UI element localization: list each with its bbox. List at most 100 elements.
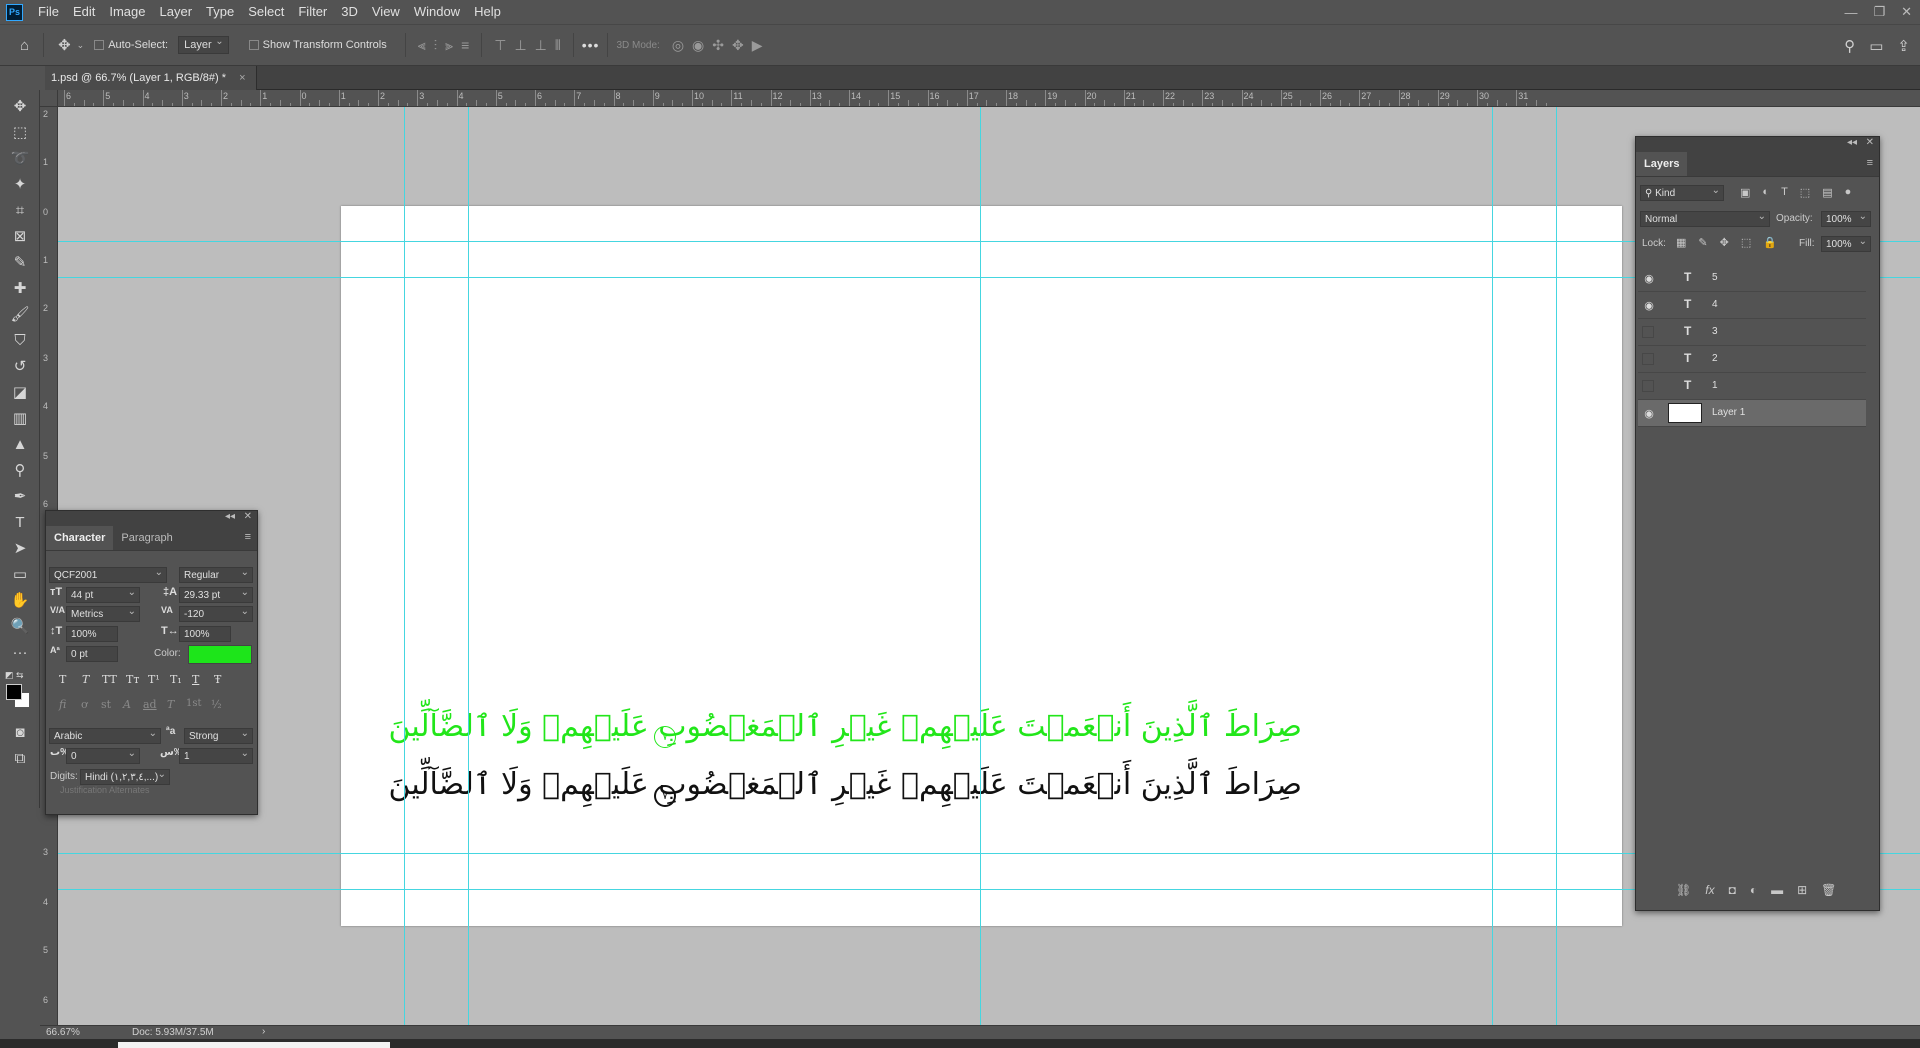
align-top-icon[interactable]: ⊤ [494,37,506,54]
subscript-button[interactable]: T₁ [170,673,182,686]
layer-row-3[interactable]: T 3 [1638,319,1866,346]
kerning-field[interactable]: Metrics [66,606,140,622]
leading-field[interactable]: 29.33 pt [179,587,253,603]
titling-alternates-button[interactable]: T [167,698,174,711]
lock-all-icon[interactable]: 🔒 [1763,236,1777,249]
guide-vertical[interactable] [404,107,405,1025]
menu-layer[interactable]: Layer [153,0,200,24]
eye-icon[interactable]: ◉ [1642,407,1656,420]
lock-pixels-icon[interactable]: ✎ [1698,236,1707,249]
close-panel-icon[interactable]: ✕ [1866,137,1874,148]
kashida-field[interactable]: 0 [66,748,140,764]
layer-row-2[interactable]: T 2 [1638,346,1866,373]
pen-tool-icon[interactable]: ✒ [0,484,40,510]
align-bottom-icon[interactable]: ⊥ [535,37,547,54]
eye-hidden-icon[interactable] [1642,380,1654,392]
fill-field[interactable]: 100% [1821,236,1871,252]
quick-mask-icon[interactable]: ◙ [0,720,40,746]
dodge-tool-icon[interactable]: ⚲ [0,458,40,484]
layer-row-layer-1[interactable]: ◉ Layer 1 [1638,400,1866,427]
close-panel-icon[interactable]: ✕ [244,511,252,522]
lock-transparent-icon[interactable]: ▦ [1676,236,1686,249]
language-dropdown[interactable]: Arabic [49,728,161,744]
layer-row-5[interactable]: ◉ T 5 [1638,265,1866,292]
zoom-tool-icon[interactable]: 🔍 [0,614,40,640]
menu-help[interactable]: Help [467,0,508,24]
share-icon[interactable]: ⇪ [1897,37,1910,55]
move-tool-icon[interactable]: ✥ [58,36,71,54]
menu-edit[interactable]: Edit [66,0,102,24]
layer-row-4[interactable]: ◉ T 4 [1638,292,1866,319]
align-left-icon[interactable]: ⫷ [418,37,426,54]
guide-vertical[interactable] [468,107,469,1025]
distribute-icon[interactable]: ≡ [461,37,469,53]
type-tool-icon[interactable]: T [0,510,40,536]
lock-artboard-icon[interactable]: ⬚ [1741,236,1751,249]
opacity-field[interactable]: 100% [1821,211,1871,227]
eye-icon[interactable]: ◉ [1642,272,1656,285]
faux-italic-button[interactable]: T [82,673,89,686]
marquee-tool-icon[interactable]: ⬚ [0,120,40,146]
baseline-shift-field[interactable]: 0 pt [66,646,118,662]
all-caps-button[interactable]: TT [102,673,117,686]
ordinals-button[interactable]: 1st [186,698,202,709]
fx-icon[interactable]: fx [1705,883,1714,897]
tab-character[interactable]: Character [46,526,114,550]
blend-mode-dropdown[interactable]: Normal [1640,211,1770,227]
layer-row-1[interactable]: T 1 [1638,373,1866,400]
align-center-icon[interactable]: ⫶ [434,37,438,54]
close-tab-icon[interactable]: × [239,72,245,84]
screen-mode-icon[interactable]: ⧉ [0,746,40,772]
menu-filter[interactable]: Filter [291,0,334,24]
folder-icon[interactable]: ▬ [1771,883,1783,897]
adjustment-filter-icon[interactable]: ◐ [1762,186,1769,199]
menu-file[interactable]: File [31,0,66,24]
pixel-filter-icon[interactable]: ▣ [1740,186,1750,199]
search-icon[interactable]: ⚲ [1844,37,1855,55]
lasso-tool-icon[interactable]: ➰ [0,146,40,172]
font-size-field[interactable]: 44 pt [66,587,140,603]
collapse-panel-icon[interactable]: ◂◂ [1847,137,1857,148]
horizontal-ruler[interactable]: 6 5 4 3 2 1 0 1 2 3 4 5 6 7 8 9 10 11 12 13 14 15 16 17 18 19 20 21… [58,90,1920,107]
new-layer-icon[interactable]: ⊞ [1797,883,1807,897]
history-brush-tool-icon[interactable]: ↺ [0,354,40,380]
chevron-down-icon[interactable]: ⌄ [77,40,85,51]
collapse-panel-icon[interactable]: ◂◂ [225,511,235,522]
eye-icon[interactable]: ◉ [1642,299,1656,312]
menu-type[interactable]: Type [199,0,241,24]
minimize-icon[interactable]: — [1844,5,1857,20]
3d-orbit-icon[interactable]: ◎ [672,37,684,54]
move-tool-icon[interactable]: ✥ [0,94,40,120]
antialias-dropdown[interactable]: Strong [184,728,253,744]
digits-dropdown[interactable]: Hindi (١,٢,٣,٤,...) [80,769,170,785]
panel-menu-icon[interactable]: ≡ [1867,157,1873,169]
document-canvas[interactable]: صِرَاطَ ٱلَّذِينَ أَنۡعَمۡتَ عَلَيۡهِمۡ … [341,206,1622,926]
eye-hidden-icon[interactable] [1642,326,1654,338]
frame-tool-icon[interactable]: ⊠ [0,224,40,250]
status-menu-arrow[interactable]: › [262,1026,265,1037]
small-caps-button[interactable]: Tт [126,673,139,686]
auto-select-dropdown[interactable]: Layer [178,36,229,54]
align-right-icon[interactable]: ⫸ [445,37,453,54]
lock-position-icon[interactable]: ✥ [1720,236,1729,249]
arabic-text-line-green[interactable]: صِرَاطَ ٱلَّذِينَ أَنۡعَمۡتَ عَلَيۡهِمۡ … [389,709,1302,744]
tracking-field[interactable]: -120 [179,606,253,622]
font-family-dropdown[interactable]: QCF2001 [49,567,167,583]
text-color-swatch[interactable] [188,645,252,664]
crop-tool-icon[interactable]: ⌗ [0,198,40,224]
eyedropper-tool-icon[interactable]: ✎ [0,250,40,276]
filter-toggle-icon[interactable]: ● [1845,186,1852,199]
strikethrough-button[interactable]: Ŧ [214,673,221,686]
stylistic-alternates-button[interactable]: ad [143,698,157,711]
discretionary-ligatures-button[interactable]: st [101,698,111,711]
restore-icon[interactable]: ❐ [1873,4,1885,20]
panel-menu-icon[interactable]: ≡ [245,531,251,543]
type-filter-icon[interactable]: T [1781,186,1788,199]
3d-pan-icon[interactable]: ✣ [712,37,724,54]
guide-vertical[interactable] [1492,107,1493,1025]
underline-button[interactable]: T [192,673,199,686]
arabic-text-line-black[interactable]: صِرَاطَ ٱلَّذِينَ أَنۡعَمۡتَ عَلَيۡهِمۡ … [389,767,1302,802]
link-icon[interactable]: ⛓ [1676,883,1691,897]
menu-select[interactable]: Select [241,0,291,24]
menu-window[interactable]: Window [407,0,467,24]
